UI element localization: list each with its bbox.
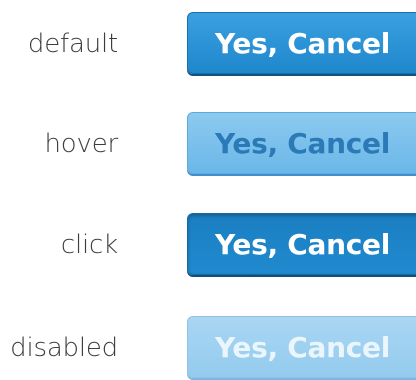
state-label-hover: hover — [44, 129, 119, 159]
state-label-click: click — [60, 230, 118, 260]
state-label-disabled: disabled — [10, 333, 118, 363]
state-row-hover: hover Yes, Cancel — [0, 112, 416, 176]
state-row-click: click Yes, Cancel — [0, 213, 416, 277]
yes-cancel-button-hover[interactable]: Yes, Cancel — [187, 112, 416, 174]
yes-cancel-button-default[interactable]: Yes, Cancel — [187, 12, 416, 74]
yes-cancel-button-click[interactable]: Yes, Cancel — [187, 213, 416, 275]
yes-cancel-button-disabled: Yes, Cancel — [187, 316, 416, 378]
state-row-default: default Yes, Cancel — [0, 12, 416, 76]
state-row-disabled: disabled Yes, Cancel — [0, 316, 416, 380]
state-label-default: default — [27, 29, 118, 59]
